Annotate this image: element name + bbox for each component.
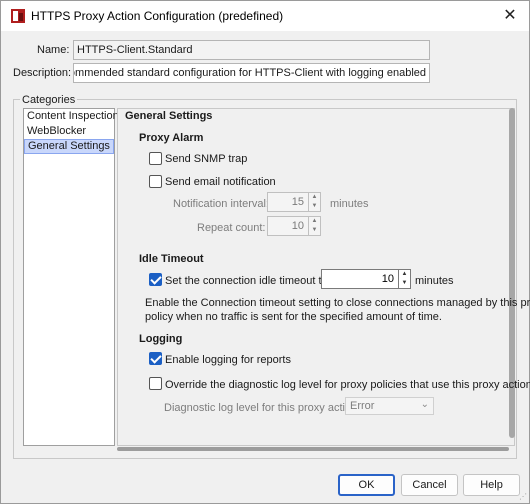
category-item-general-settings[interactable]: General Settings bbox=[24, 139, 114, 154]
diagnostic-level-label: Diagnostic log level for this proxy acti… bbox=[164, 402, 358, 414]
idle-timeout-checkbox[interactable] bbox=[149, 273, 162, 286]
snmp-trap-label: Send SNMP trap bbox=[165, 153, 248, 165]
chevron-down-icon: ⌄ bbox=[420, 399, 429, 410]
enable-logging-checkbox[interactable] bbox=[149, 352, 162, 365]
idle-timeout-label: Set the connection idle timeout to bbox=[165, 275, 328, 287]
name-label: Name: bbox=[37, 44, 70, 56]
repeat-count-spinner[interactable]: 10 ▲ ▼ bbox=[267, 216, 321, 236]
notification-interval-value: 15 bbox=[291, 196, 304, 208]
idle-timeout-help-line1: Enable the Connection timeout setting to… bbox=[145, 297, 530, 309]
email-notification-checkbox[interactable] bbox=[149, 175, 162, 188]
category-list[interactable]: Content Inspection WebBlocker General Se… bbox=[23, 108, 119, 446]
proxy-alarm-heading: Proxy Alarm bbox=[139, 132, 204, 144]
spinner-buttons[interactable]: ▲ ▼ bbox=[308, 217, 320, 235]
description-label: Description: bbox=[13, 67, 72, 79]
window-title: HTTPS Proxy Action Configuration (predef… bbox=[31, 9, 284, 23]
chevron-up-icon[interactable]: ▲ bbox=[399, 270, 410, 279]
override-log-level-label: Override the diagnostic log level for pr… bbox=[165, 379, 530, 391]
description-text: Guard recommended standard configuration… bbox=[74, 67, 426, 79]
cancel-button[interactable]: Cancel bbox=[401, 474, 458, 496]
close-icon[interactable]: ✕ bbox=[497, 4, 523, 28]
general-settings-title: General Settings bbox=[125, 110, 213, 122]
app-icon bbox=[11, 9, 25, 23]
chevron-up-icon[interactable]: ▲ bbox=[309, 217, 320, 226]
override-log-level-checkbox[interactable] bbox=[149, 377, 162, 390]
name-field[interactable]: HTTPS-Client.Standard bbox=[73, 40, 430, 60]
chevron-down-icon[interactable]: ▼ bbox=[309, 202, 320, 211]
dialog-window: HTTPS Proxy Action Configuration (predef… bbox=[0, 0, 530, 504]
ok-button[interactable]: OK bbox=[338, 474, 395, 496]
help-button[interactable]: Help bbox=[463, 474, 520, 496]
chevron-down-icon[interactable]: ▼ bbox=[309, 226, 320, 235]
category-item-webblocker[interactable]: WebBlocker bbox=[24, 124, 114, 139]
enable-logging-label: Enable logging for reports bbox=[165, 354, 291, 366]
notification-interval-label: Notification interval: bbox=[173, 198, 269, 210]
description-field[interactable]: Guard recommended standard configuration… bbox=[73, 63, 430, 83]
chevron-down-icon[interactable]: ▼ bbox=[399, 279, 410, 288]
idle-timeout-spinner[interactable]: 10 ▲ ▼ bbox=[321, 269, 411, 289]
idle-timeout-unit: minutes bbox=[415, 275, 454, 287]
email-notification-label: Send email notification bbox=[165, 176, 276, 188]
title-bar: HTTPS Proxy Action Configuration (predef… bbox=[1, 1, 529, 31]
horizontal-scrollbar[interactable] bbox=[117, 447, 509, 451]
diagnostic-level-select[interactable]: Error ⌄ bbox=[345, 397, 434, 415]
category-item-content-inspection[interactable]: Content Inspection bbox=[24, 109, 119, 124]
categories-legend: Categories bbox=[20, 94, 78, 106]
repeat-count-label: Repeat count: bbox=[197, 222, 266, 234]
notification-interval-unit: minutes bbox=[330, 198, 369, 210]
diagnostic-level-value: Error bbox=[350, 400, 375, 412]
chevron-up-icon[interactable]: ▲ bbox=[309, 193, 320, 202]
logging-heading: Logging bbox=[139, 333, 183, 345]
idle-timeout-value: 10 bbox=[381, 273, 394, 285]
idle-timeout-help-line2: policy when no traffic is sent for the s… bbox=[145, 311, 442, 323]
notification-interval-spinner[interactable]: 15 ▲ ▼ bbox=[267, 192, 321, 212]
spinner-buttons[interactable]: ▲ ▼ bbox=[398, 270, 410, 288]
idle-timeout-heading: Idle Timeout bbox=[139, 253, 204, 265]
spinner-buttons[interactable]: ▲ ▼ bbox=[308, 193, 320, 211]
snmp-trap-checkbox[interactable] bbox=[149, 152, 162, 165]
resize-grip-icon[interactable]: ⋰ bbox=[519, 492, 527, 501]
repeat-count-value: 10 bbox=[291, 220, 304, 232]
